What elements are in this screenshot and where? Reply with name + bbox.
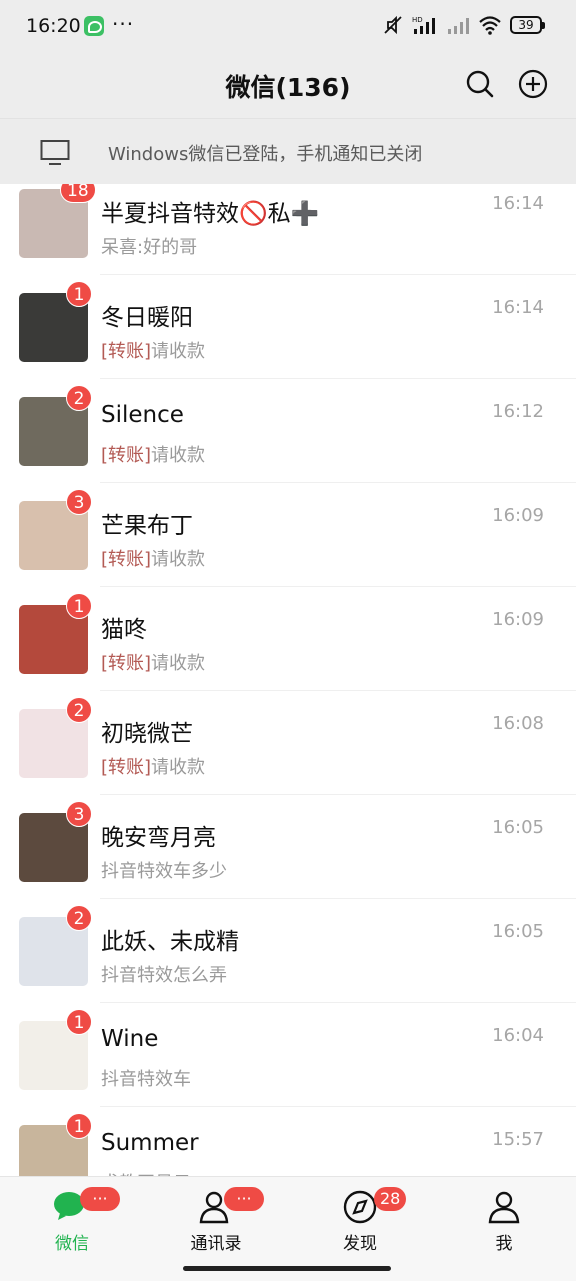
chat-time: 16:09 — [492, 609, 544, 630]
notice-text: Windows微信已登陆，手机通知已关闭 — [108, 144, 423, 165]
transfer-tag: [转账] — [101, 757, 152, 778]
unread-badge: 1 — [66, 281, 92, 307]
app-header: 微信(136) — [0, 52, 576, 118]
chat-time: 16:14 — [492, 297, 544, 318]
chat-preview: 抖音特效怎么弄 — [101, 961, 227, 987]
svg-text:HD: HD — [412, 16, 423, 24]
preview-text: 抖音特效怎么弄 — [101, 965, 227, 986]
chat-list: 18 半夏抖音特效🚫私➕ 呆喜:好的哥 16:14 1 冬日暖阳 [转账]请收款 16:14 2… — [0, 184, 576, 1176]
status-time: 16:20 — [26, 15, 81, 37]
wechat-notification-icon — [84, 16, 104, 36]
chat-name: 猫咚 — [101, 617, 147, 643]
unread-badge: 2 — [66, 905, 92, 931]
chat-preview: [转账]请收款 — [101, 545, 205, 571]
chat-preview: [转账]请收款 — [101, 649, 205, 675]
tab-chats[interactable]: ··· 微信 — [0, 1177, 144, 1281]
chat-time: 15:57 — [492, 1129, 544, 1150]
tab-label: 发现 — [343, 1234, 377, 1254]
chat-name: 冬日暖阳 — [101, 305, 193, 331]
chat-time: 16:04 — [492, 1025, 544, 1046]
chat-preview: 抖音特效车多少 — [101, 857, 227, 883]
status-bar: 16:20 ··· HD 39 — [0, 0, 576, 52]
home-indicator[interactable] — [183, 1266, 391, 1271]
status-more-dots: ··· — [112, 12, 135, 36]
transfer-tag: [转账] — [101, 549, 152, 570]
chat-row[interactable]: 2 此妖、未成精抖音特效怎么弄 16:05 — [0, 899, 576, 1003]
chat-preview: 呆喜:好的哥 — [101, 233, 197, 259]
signal-2-icon — [448, 18, 469, 34]
tab-label: 微信 — [55, 1234, 89, 1254]
chat-name: Wine — [101, 1026, 159, 1052]
unread-badge: 3 — [66, 801, 92, 827]
desktop-login-notice[interactable]: Windows微信已登陆，手机通知已关闭 — [0, 118, 576, 185]
monitor-icon — [40, 140, 70, 165]
transfer-tag: [转账] — [101, 445, 152, 466]
chat-name: Silence — [101, 402, 184, 428]
preview-text: 请收款 — [151, 653, 206, 674]
chat-row[interactable]: 1 Wine 抖音特效车 16:04 — [0, 1003, 576, 1107]
chat-name: 芒果布丁 — [101, 513, 193, 539]
chat-row[interactable]: 2 Silence [转账]请收款 16:12 — [0, 379, 576, 483]
chat-row[interactable]: 3 芒果布丁 [转账]请收款 16:09 — [0, 483, 576, 587]
unread-badge: 1 — [66, 1113, 92, 1139]
chat-name: 半夏抖音特效🚫私➕ — [101, 201, 320, 227]
chat-time: 16:09 — [492, 505, 544, 526]
chat-preview: [转账]请收款 — [101, 337, 205, 363]
unread-badge: 1 — [66, 1009, 92, 1035]
chat-name: 此妖、未成精 — [101, 929, 239, 955]
person-icon — [484, 1189, 524, 1225]
unread-badge: 3 — [66, 489, 92, 515]
chat-time: 16:14 — [492, 193, 544, 214]
preview-text: 请收款 — [151, 757, 206, 778]
chat-time: 16:05 — [492, 921, 544, 942]
signal-icon: HD — [412, 16, 435, 34]
tab-me[interactable]: 我 — [432, 1177, 576, 1281]
unread-badge: 2 — [66, 385, 92, 411]
chat-row[interactable]: 1 冬日暖阳 [转账]请收款 16:14 — [0, 275, 576, 379]
chat-row[interactable]: 2 初晓微芒 [转账]请收款 16:08 — [0, 691, 576, 795]
unread-badge: 1 — [66, 593, 92, 619]
tab-label: 通讯录 — [190, 1234, 242, 1254]
chat-row[interactable]: 3 晚安弯月亮抖音特效车多少 16:05 — [0, 795, 576, 899]
search-icon[interactable] — [464, 68, 496, 100]
chat-preview: 求教网易云 — [101, 1169, 191, 1176]
tab-badge: ··· — [224, 1187, 264, 1211]
chat-preview: [转账]请收款 — [101, 753, 205, 779]
tab-badge: 28 — [374, 1187, 407, 1211]
chat-preview: 抖音特效车 — [101, 1065, 191, 1091]
chat-name: 初晓微芒 — [101, 721, 193, 747]
preview-text: 请收款 — [151, 445, 206, 466]
transfer-tag: [转账] — [101, 341, 152, 362]
preview-text: 抖音特效车 — [101, 1069, 191, 1090]
status-indicators: HD 39 — [382, 14, 545, 36]
preview-text: 请收款 — [151, 341, 206, 362]
preview-text: 请收款 — [151, 549, 206, 570]
chat-time: 16:12 — [492, 401, 544, 422]
preview-text: 抖音特效车多少 — [101, 861, 227, 882]
chat-time: 16:05 — [492, 817, 544, 838]
battery-indicator: 39 — [510, 16, 545, 34]
chat-name: Summer — [101, 1130, 199, 1156]
add-circle-icon[interactable] — [517, 68, 549, 100]
preview-text: 呆喜:好的哥 — [101, 237, 198, 258]
chat-row[interactable]: 18 半夏抖音特效🚫私➕ 呆喜:好的哥 16:14 — [0, 184, 576, 275]
mute-icon — [384, 15, 402, 35]
chat-row[interactable]: 1 Summer 求教网易云 15:57 — [0, 1107, 576, 1176]
unread-badge: 18 — [60, 184, 96, 203]
chat-preview: [转账]请收款 — [101, 441, 205, 467]
tab-badge: ··· — [80, 1187, 120, 1211]
chat-row[interactable]: 1 猫咚 [转账]请收款 16:09 — [0, 587, 576, 691]
chat-time: 16:08 — [492, 713, 544, 734]
chat-name: 晚安弯月亮 — [101, 825, 216, 851]
unread-badge: 2 — [66, 697, 92, 723]
transfer-tag: [转账] — [101, 653, 152, 674]
wifi-icon — [479, 16, 501, 35]
tab-label: 我 — [495, 1234, 513, 1254]
